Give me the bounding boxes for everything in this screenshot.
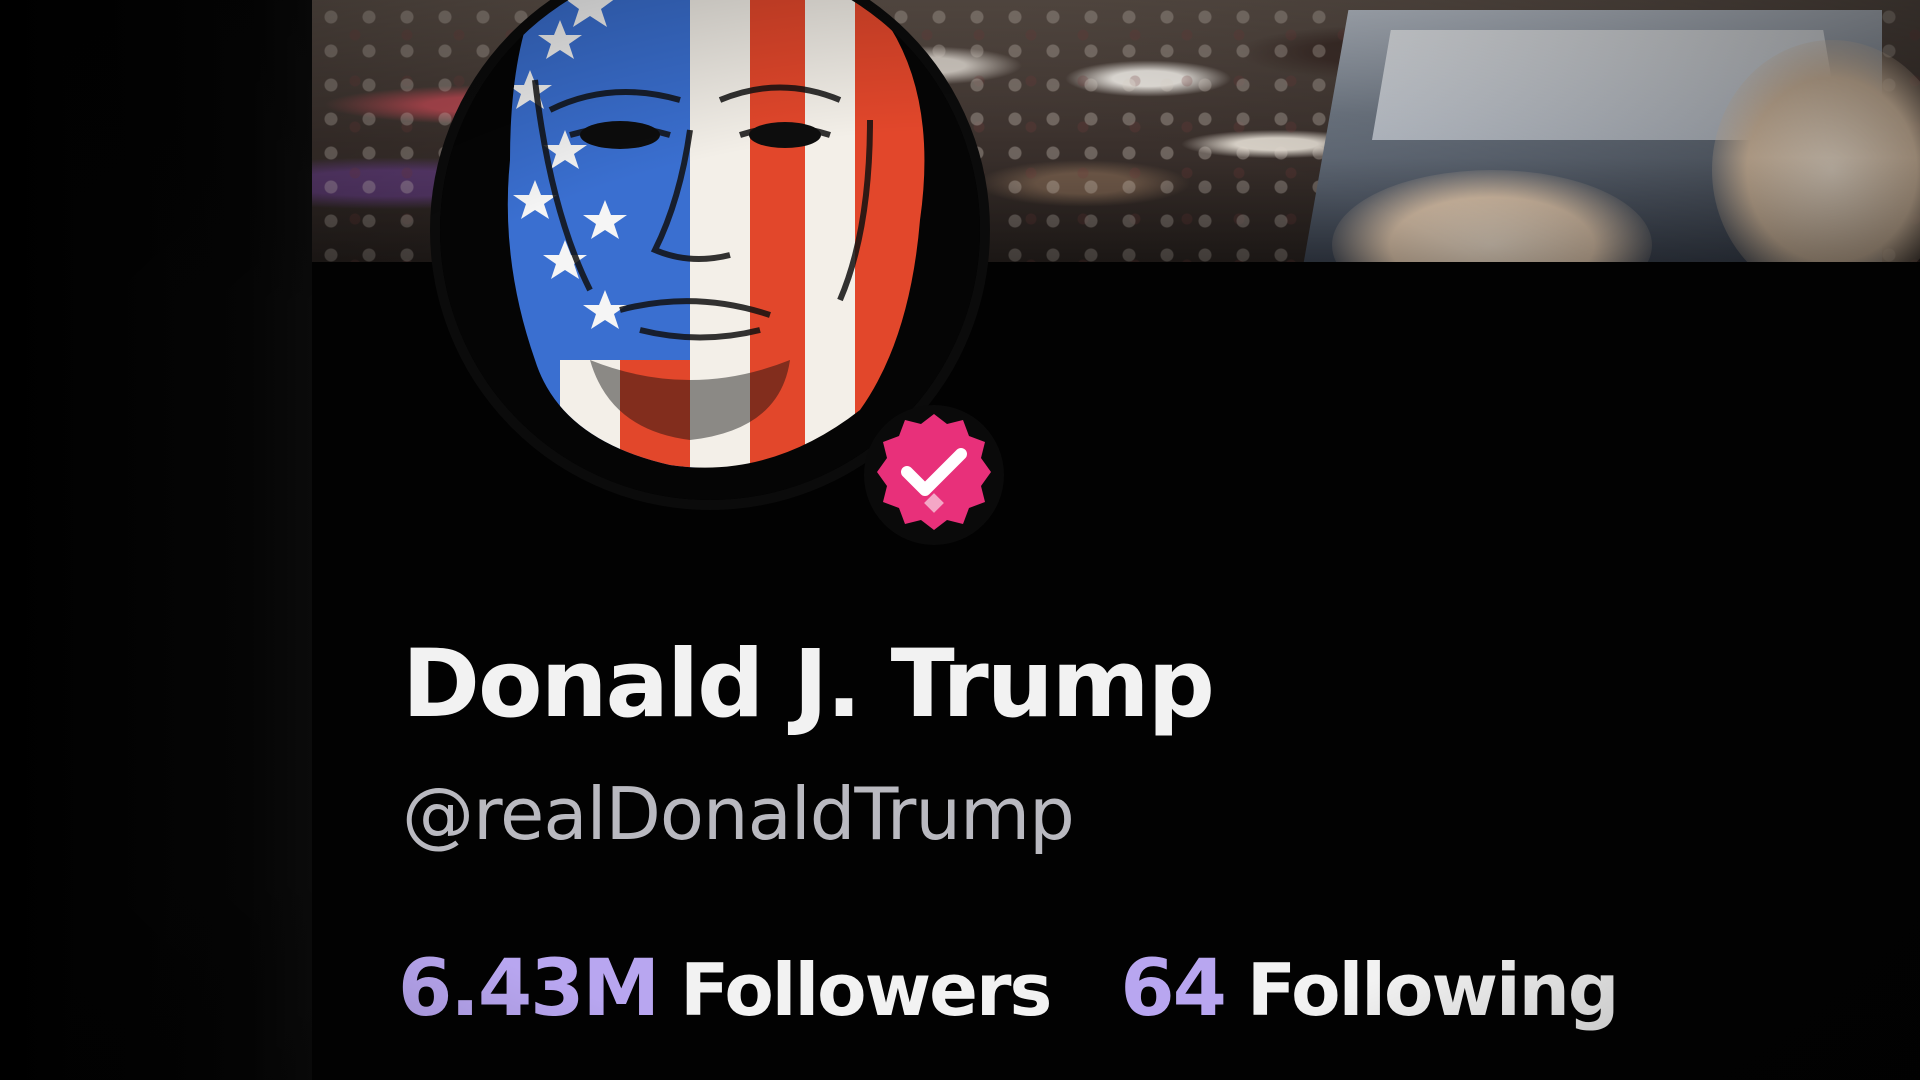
profile-screen: Donald J. Trump @realDonaldTrump 6.43M F… <box>312 0 1920 1080</box>
following-label: Following <box>1246 948 1620 1032</box>
following-count: 64 <box>1120 944 1227 1034</box>
followers-link[interactable]: 6.43M Followers <box>398 944 1052 1034</box>
profile-stats: 6.43M Followers 64 Following <box>398 944 1620 1034</box>
screen-bezel <box>0 0 312 1080</box>
profile-handle: @realDonaldTrump <box>402 772 1075 856</box>
profile-page: Donald J. Trump @realDonaldTrump 6.43M F… <box>0 0 1920 1080</box>
verified-badge-icon <box>864 405 1004 545</box>
following-link[interactable]: 64 Following <box>1120 944 1620 1034</box>
followers-count: 6.43M <box>398 944 660 1034</box>
profile-display-name: Donald J. Trump <box>402 630 1215 739</box>
followers-label: Followers <box>680 948 1052 1032</box>
